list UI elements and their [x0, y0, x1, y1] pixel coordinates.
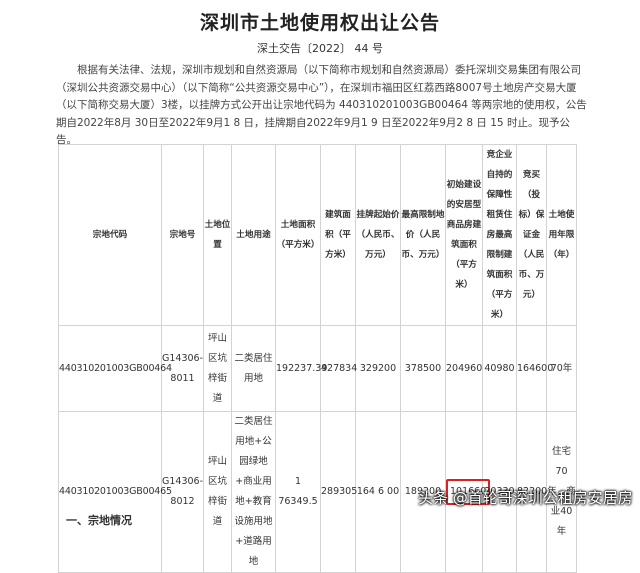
header-cell: 土地用途	[231, 144, 276, 326]
land-area-cell: 1 76349.5	[275, 411, 321, 573]
table-header-row: 宗地代码 宗地号 土地位置 土地用途 土地面积（平方米） 建筑面积（平方米） 挂…	[58, 144, 577, 326]
location-cell: 坪山区坑梓街道	[203, 411, 232, 573]
max-price-cell: 378500	[400, 325, 446, 412]
housing-area-cell: 204960	[445, 325, 483, 412]
start-price-cell: 329200	[355, 325, 401, 412]
header-cell: 初始建设的安居型商品房建筑面积（平方米）	[445, 144, 483, 326]
floor-area-cell: 427834	[320, 325, 357, 412]
header-cell: 土地使用年限（年）	[546, 144, 577, 326]
deposit-cell: 164600	[516, 325, 553, 412]
land-parcel-table: 宗地代码 宗地号 土地位置 土地用途 土地面积（平方米） 建筑面积（平方米） 挂…	[58, 144, 577, 573]
section-heading: 一、宗地情况	[66, 514, 132, 527]
document-number: 深土交告〔2022〕 44 号	[257, 42, 383, 55]
watermark: 头条 @首轮哥深圳公租房安居房	[418, 487, 633, 508]
location-cell: 坪山区坑梓街道	[203, 325, 232, 412]
header-cell: 建筑面积（平方米）	[320, 144, 356, 326]
land-area-cell: 192237.39	[275, 325, 327, 412]
header-cell: 竞企业自持的保障性租赁住房最高限制建筑面积（平方米）	[482, 144, 517, 326]
start-price-cell: 164 6 00	[355, 411, 401, 573]
land-use-cell: 二类居住用地+公园绿地+商业用地+教育设施用地+道路用地	[231, 411, 276, 573]
parcel-code-cell: 440310201003GB00464	[58, 325, 172, 412]
header-cell: 竞买（投标）保证金（人民币、万元）	[516, 144, 547, 326]
header-cell: 挂牌起始价（人民币、万元）	[355, 144, 401, 326]
header-cell: 宗地代码	[58, 144, 162, 326]
table-row: 440310201003GB00464 G14306-8011 坪山区坑梓街道 …	[58, 325, 577, 412]
floor-area-cell: 289305	[320, 411, 357, 573]
announcement-paragraph: 根据有关法律、法规，深圳市规划和自然资源局（以下简称市规划和自然资源局）委托深圳…	[56, 64, 587, 146]
land-use-cell: 二类居住用地	[231, 325, 276, 412]
header-cell: 土地面积（平方米）	[275, 144, 321, 326]
term-cell: 70年	[546, 325, 577, 412]
watermark-text: 头条 @首轮哥深圳公租房安居房	[418, 489, 633, 507]
header-cell: 宗地号	[161, 144, 204, 326]
page-title: 深圳市土地使用权出让公告	[199, 12, 440, 34]
parcel-code-cell: 440310201003GB00465	[58, 411, 172, 573]
rental-area-cell: 40980	[482, 325, 517, 412]
header-cell: 土地位置	[203, 144, 232, 326]
header-cell: 最高限制地价（人民币、万元）	[400, 144, 446, 326]
